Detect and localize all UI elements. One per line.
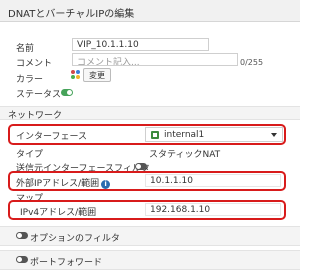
color-label: カラー [16,75,44,85]
option-filter-label: オプションのフィルタ [30,234,120,244]
option-filter-toggle[interactable] [16,232,28,239]
source-filter-toggle[interactable] [135,163,147,170]
comment-input[interactable]: コメント記入... [72,53,238,66]
dialog-title: DNATとバーチャルIPの編集 [8,9,135,20]
palette-icon [71,70,81,80]
type-value: スタティックNAT [149,150,221,160]
interface-select[interactable]: internal1 [145,127,283,142]
change-color-button[interactable]: 変更 [83,68,111,82]
comment-label: コメント [16,59,53,69]
ipv4-label: IPv4アドレス/範囲 [20,208,97,218]
status-toggle[interactable] [61,89,73,96]
network-section-title: ネットワーク [8,111,63,121]
name-label: 名前 [16,44,35,54]
external-ip-label: 外部IPアドレス/範囲 i [16,176,111,189]
interface-port-icon [151,131,159,139]
port-forward-toggle[interactable] [16,256,28,263]
chevron-down-icon [271,133,277,137]
interface-value: internal1 [164,130,205,140]
port-forward-label: ポートフォワード [30,258,103,268]
type-label: タイプ [16,150,44,160]
info-icon: i [101,180,111,189]
external-ip-input[interactable]: 10.1.1.10 [145,174,281,187]
status-label: ステータス [16,90,62,100]
ipv4-input[interactable]: 192.168.1.10 [145,203,281,216]
name-input[interactable]: VIP_10.1.1.10 [72,38,209,51]
dialog-header: DNATとバーチャルIPの編集 [0,0,300,22]
interface-label: インターフェース [16,132,88,142]
comment-counter: 0/255 [240,58,264,67]
